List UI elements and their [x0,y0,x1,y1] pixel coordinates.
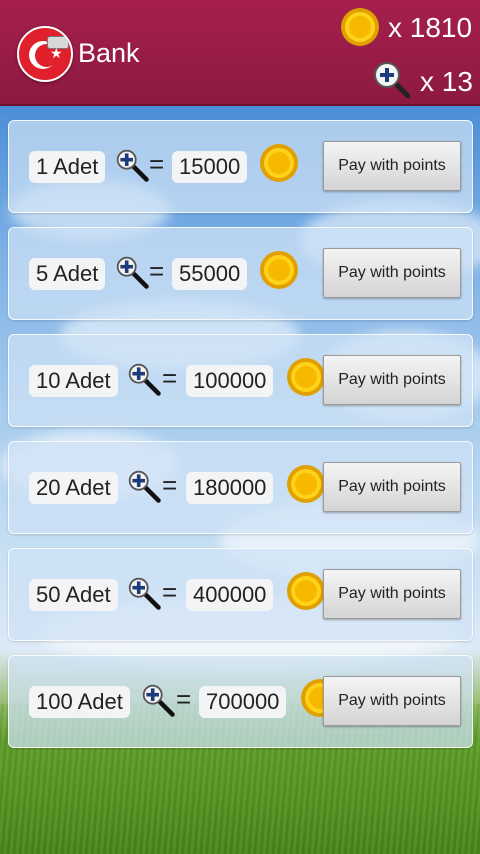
offer-row: 100 Adet = 700000 Pay with points [8,655,473,748]
offer-amount: 10 Adet [29,365,118,397]
offer-amount: 5 Adet [29,258,106,290]
offer-row: 5 Adet = 55000 Pay with points [8,227,473,320]
offer-price: 15000 [172,151,248,183]
equals-sign: = [162,577,178,607]
pay-with-points-button[interactable]: Pay with points [323,141,461,191]
offer-row: 10 Adet = 100000 Pay with points [8,334,473,427]
equals-sign: = [162,363,178,393]
magnifier-plus-icon [128,363,161,396]
offer-amount: 100 Adet [29,686,130,718]
pay-with-points-button[interactable]: Pay with points [323,462,461,512]
magnifier-plus-icon [374,62,411,99]
pay-with-points-button[interactable]: Pay with points [323,569,461,619]
offer-price: 700000 [199,686,287,718]
offer-amount: 20 Adet [29,472,118,504]
offer-price: 180000 [186,472,274,504]
offer-price: 55000 [172,258,248,290]
equals-sign: = [149,149,165,179]
equals-sign: = [162,470,178,500]
magnifier-plus-icon [142,684,175,717]
gold-coin-icon [341,8,379,46]
pay-with-points-button[interactable]: Pay with points [323,676,461,726]
equals-sign: = [176,684,192,714]
turkey-flag-icon[interactable]: ★ [17,26,73,82]
offer-price: 400000 [186,579,274,611]
offer-price: 100000 [186,365,274,397]
gold-coin-icon [287,572,325,610]
gold-coin-icon [260,251,298,289]
magnifier-plus-icon [116,256,149,289]
magnifier-plus-icon [128,577,161,610]
magnifier-plus-icon [128,470,161,503]
gold-coin-icon [287,465,325,503]
page-title: Bank [78,38,140,68]
magnifier-plus-icon [116,149,149,182]
offer-amount: 1 Adet [29,151,106,183]
pay-with-points-button[interactable]: Pay with points [323,355,461,405]
offer-row: 20 Adet = 180000 Pay with points [8,441,473,534]
offer-row: 50 Adet = 400000 Pay with points [8,548,473,641]
gold-coin-icon [260,144,298,182]
coin-balance: x 1810 [388,12,473,43]
gold-coin-icon [287,358,325,396]
offer-amount: 50 Adet [29,579,118,611]
app-header: ★ Bank x 1810 x 13 [0,0,480,106]
magnifier-balance: x 13 [420,66,473,97]
equals-sign: = [149,256,165,286]
pay-with-points-button[interactable]: Pay with points [323,248,461,298]
offer-row: 1 Adet = 15000 Pay with points [8,120,473,213]
